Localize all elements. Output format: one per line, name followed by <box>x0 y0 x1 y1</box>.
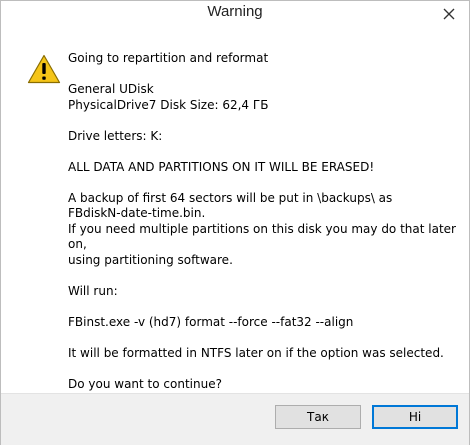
button-bar: Так Ні <box>1 393 469 445</box>
backup-text-1: A backup of first 64 sectors will be put… <box>68 190 393 205</box>
will-run-label: Will run: <box>68 283 118 298</box>
disk-info: PhysicalDrive7 Disk Size: 62,4 ГБ <box>68 97 269 112</box>
command-text: FBinst.exe -v (hd7) format --force --fat… <box>68 314 354 329</box>
ntfs-note: It will be formatted in NTFS later on if… <box>68 345 444 360</box>
partitions-text-1: If you need multiple partitions on this … <box>68 221 456 252</box>
title-bar: Warning <box>1 1 469 27</box>
continue-question: Do you want to continue? <box>68 376 222 391</box>
disk-name: General UDisk <box>68 82 154 96</box>
drive-letters: Drive letters: K: <box>68 128 163 143</box>
erase-warning: ALL DATA AND PARTITIONS ON IT WILL BE ER… <box>68 159 375 174</box>
message-text: Going to repartition and reformat Genera… <box>68 51 456 408</box>
yes-button[interactable]: Так <box>275 405 361 429</box>
warning-triangle-icon <box>27 54 61 84</box>
close-button[interactable] <box>439 5 459 23</box>
partitions-text-2: using partitioning software. <box>68 252 233 267</box>
close-icon <box>443 8 455 20</box>
window-title: Warning <box>207 3 263 20</box>
no-button[interactable]: Ні <box>372 405 458 429</box>
backup-text-2: FBdiskN-date-time.bin. <box>68 206 206 220</box>
message-area: Going to repartition and reformat Genera… <box>7 32 463 393</box>
intro-text: Going to repartition and reformat <box>68 51 269 65</box>
warning-dialog: Warning Going to repartition and reforma… <box>0 0 470 445</box>
